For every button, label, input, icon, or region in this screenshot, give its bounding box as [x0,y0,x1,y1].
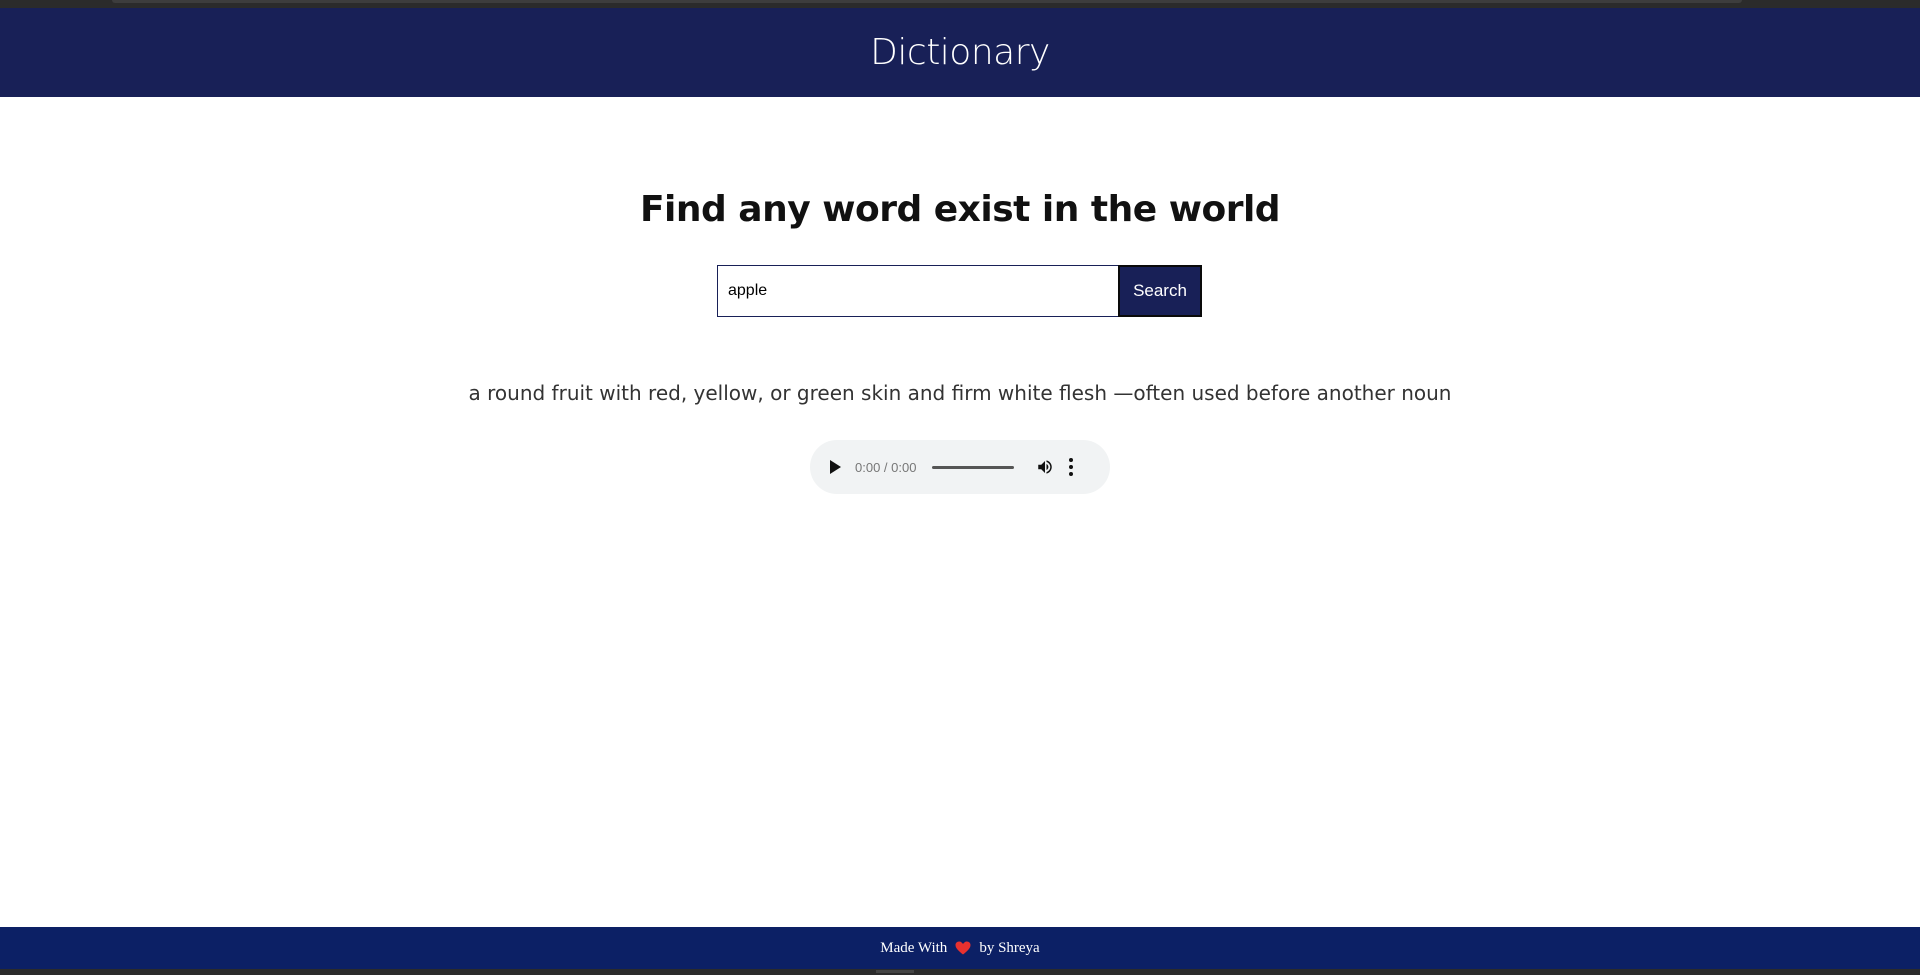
browser-tab-edge [112,0,1742,3]
search-button[interactable]: Search [1118,265,1202,317]
main-content: Find any word exist in the world Search … [0,97,1920,927]
more-options-icon[interactable] [1068,458,1074,476]
app-header: Dictionary [0,8,1920,97]
play-icon[interactable] [830,460,841,474]
heart-icon [955,941,971,955]
app-title: Dictionary [870,32,1050,73]
footer-made-with: Made With [880,939,948,956]
volume-icon[interactable] [1036,458,1054,476]
audio-progress-slider[interactable] [932,465,1015,469]
search-bar: Search [717,265,1202,317]
scroll-thumb [876,970,914,973]
browser-top-strip [0,0,1920,8]
search-input[interactable] [717,265,1118,317]
page-heading: Find any word exist in the world [639,189,1281,230]
footer-author: by Shreya [979,939,1040,956]
app-footer: Made With by Shreya [0,927,1920,969]
pronunciation-audio-player: 0:00 / 0:00 [810,440,1110,494]
browser-bottom-strip [0,969,1920,975]
audio-time-readout: 0:00 / 0:00 [855,459,917,475]
word-definition: a round fruit with red, yellow, or green… [468,381,1452,405]
